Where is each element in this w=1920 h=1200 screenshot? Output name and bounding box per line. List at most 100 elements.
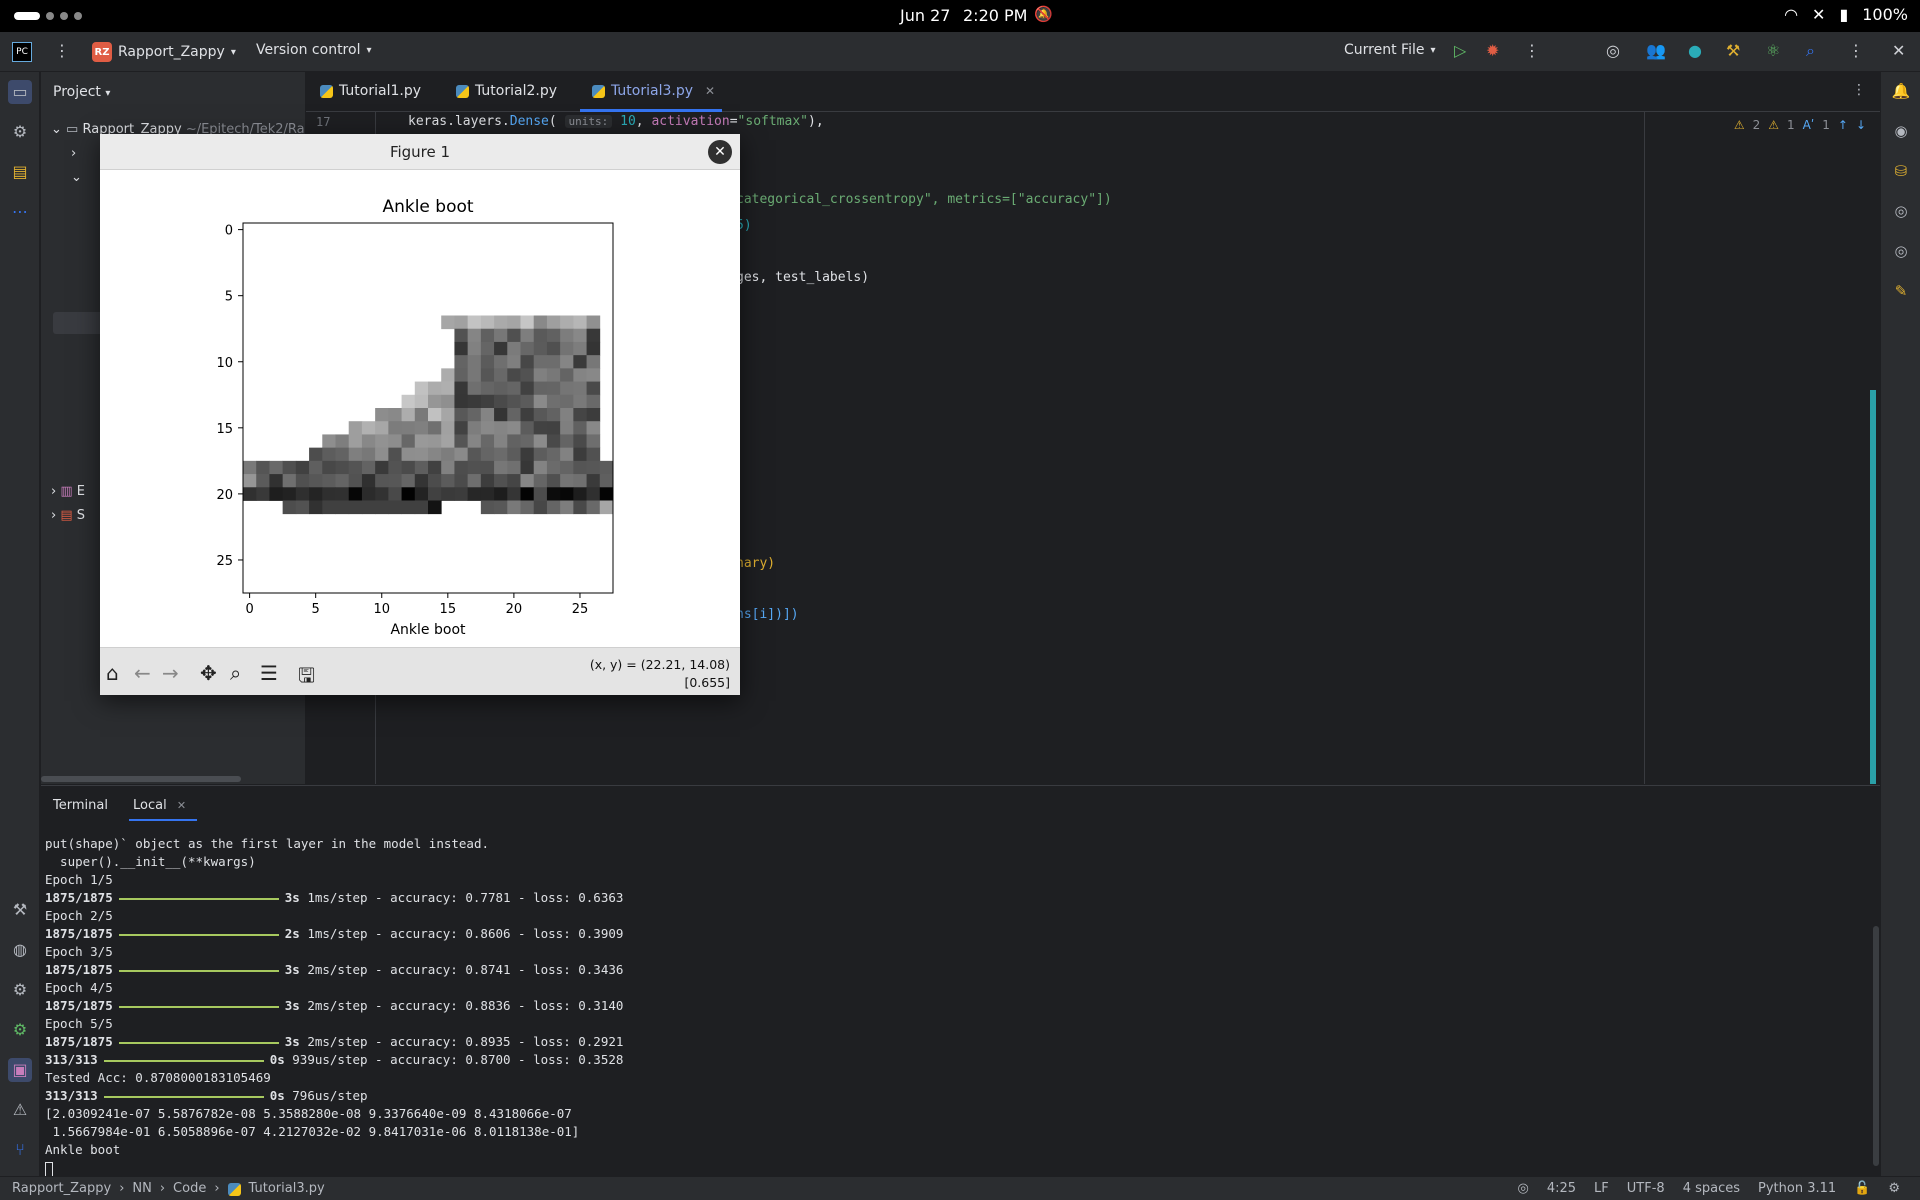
project-selector[interactable]: RZ Rapport_Zappy ▾ xyxy=(92,42,236,62)
workspace-indicator[interactable] xyxy=(60,12,68,20)
line-separator[interactable]: LF xyxy=(1594,1181,1609,1196)
code-line-partial[interactable]: categorical_crossentropy", metrics=["acc… xyxy=(736,192,1112,207)
x-tick-label: 5 xyxy=(312,602,320,617)
progress-time: 3s xyxy=(284,890,300,905)
code-line-partial[interactable]: nary) xyxy=(736,556,775,571)
ai-assistant-icon[interactable]: ◎ xyxy=(1606,41,1620,60)
run-config-selector[interactable]: Current File ▾ xyxy=(1344,42,1436,58)
todo-icon[interactable]: ✎ xyxy=(1891,282,1911,302)
notifications-muted-icon[interactable]: 🔕 xyxy=(1034,5,1053,23)
project-tool-icon[interactable]: ▭ xyxy=(8,80,32,104)
plugins-tool-icon[interactable]: ⚙ xyxy=(8,120,32,144)
problems-tool-icon[interactable]: ⚠ xyxy=(8,1098,32,1122)
pixel-cell xyxy=(295,460,310,475)
code-line-partial[interactable]: ns[i])]) xyxy=(736,607,799,622)
y-tick-label: 10 xyxy=(216,356,233,371)
pixel-cell xyxy=(348,487,363,501)
build-tool-icon[interactable]: ⚒ xyxy=(8,898,32,922)
plugin-status-icon[interactable]: ● xyxy=(1688,41,1702,60)
tree-item[interactable]: › ▤ S xyxy=(51,508,85,523)
breadcrumb-item[interactable]: Rapport_Zappy xyxy=(12,1181,111,1196)
copilot-icon[interactable]: ◎ xyxy=(1891,202,1911,222)
indent-setting[interactable]: 4 spaces xyxy=(1683,1181,1740,1196)
run-icon[interactable]: ▷ xyxy=(1454,41,1466,60)
terminal-tool-icon[interactable]: ▣ xyxy=(8,1058,32,1082)
close-window-icon[interactable]: ✕ xyxy=(1892,41,1905,60)
lock-icon[interactable]: 🔓 xyxy=(1854,1181,1870,1196)
pan-icon[interactable]: ✥ xyxy=(200,661,217,685)
battery-icon[interactable]: ▮ xyxy=(1839,5,1848,24)
workspace-indicator[interactable] xyxy=(74,12,82,20)
zoom-icon[interactable]: ⌕ xyxy=(230,661,241,685)
subplots-config-icon[interactable]: ☰ xyxy=(260,661,278,685)
code-line-partial[interactable]: ges, test_labels) xyxy=(736,270,869,285)
structure-tool-icon[interactable]: ▤ xyxy=(8,160,32,184)
close-tab-icon[interactable]: ✕ xyxy=(705,84,715,98)
volume-muted-icon[interactable]: ✕ xyxy=(1812,5,1825,24)
memory-indicator-icon[interactable]: ⚙ xyxy=(1888,1181,1900,1196)
debug-icon[interactable]: ✹ xyxy=(1486,41,1499,60)
pixel-cell xyxy=(546,447,561,462)
tab-tutorial1[interactable]: Tutorial1.py xyxy=(320,83,421,99)
code-with-me-icon[interactable]: 👥 xyxy=(1646,41,1666,60)
inspection-widget[interactable]: ⚠ 2 ⚠ 1 Aʹ 1 ↑ ↓ xyxy=(1734,118,1866,132)
file-encoding[interactable]: UTF-8 xyxy=(1627,1181,1665,1196)
services-tool-icon[interactable]: ⚙ xyxy=(8,978,32,1002)
pixel-cell xyxy=(546,474,561,488)
forward-arrow-icon[interactable]: → xyxy=(162,661,179,685)
settings-gear-icon[interactable]: ⚙ xyxy=(8,1018,32,1042)
system-time: 2:20 PM xyxy=(963,6,1028,25)
workspace-indicator[interactable] xyxy=(46,12,54,20)
terminal-scrollbar[interactable] xyxy=(1873,926,1879,1166)
pixel-cell xyxy=(546,328,561,343)
caret-position[interactable]: 4:25 xyxy=(1547,1181,1576,1196)
git-tool-icon[interactable]: ⑂ xyxy=(8,1138,32,1162)
python-packages-icon[interactable]: ◍ xyxy=(8,938,32,962)
database-icon[interactable]: ⛁ xyxy=(1891,162,1911,182)
more-actions-icon[interactable]: ⋮ xyxy=(1524,41,1540,60)
progress-steps: 1875/1875 xyxy=(45,1034,113,1049)
pixel-cell xyxy=(467,368,482,382)
figure-titlebar[interactable]: Figure 1 xyxy=(100,134,740,170)
close-tab-icon[interactable]: ✕ xyxy=(177,799,186,812)
ai-chat-icon[interactable]: ◉ xyxy=(1891,122,1911,142)
tree-item[interactable]: ⌄ xyxy=(71,170,82,185)
arrow-up-icon[interactable]: ↑ xyxy=(1838,118,1848,132)
pycharm-logo-icon: PC xyxy=(12,42,32,62)
progress-steps: 1875/1875 xyxy=(45,998,113,1013)
tools-icon[interactable]: ⚒ xyxy=(1726,41,1740,60)
react-plugin-icon[interactable]: ⚛ xyxy=(1766,41,1780,60)
tree-item[interactable]: › xyxy=(71,146,76,161)
image-plot[interactable]: Ankle boot 0 5 10 15 20 25 0 5 10 15 20 25 Ankle b… xyxy=(100,170,740,647)
tab-tutorial2[interactable]: Tutorial2.py xyxy=(456,83,557,99)
terminal-tab-local[interactable]: Local ✕ xyxy=(133,798,186,813)
search-icon[interactable]: ⌕ xyxy=(1806,41,1815,61)
version-control-menu[interactable]: Version control ▾ xyxy=(256,42,372,58)
figure-close-button[interactable]: ✕ xyxy=(708,140,732,164)
tree-item[interactable]: › ▥ E xyxy=(51,484,85,499)
breadcrumb-item[interactable]: NN xyxy=(132,1181,151,1196)
python-interpreter[interactable]: Python 3.11 xyxy=(1758,1181,1836,1196)
vertical-scrollbar[interactable] xyxy=(1870,390,1876,784)
tab-options-icon[interactable]: ⋮ xyxy=(1852,82,1866,98)
notifications-icon[interactable]: 🔔 xyxy=(1891,82,1911,102)
ai-status-icon[interactable]: ◎ xyxy=(1518,1181,1529,1196)
save-figure-icon[interactable]: 🖫 xyxy=(298,661,315,695)
workspace-indicator-active[interactable] xyxy=(14,12,40,20)
project-panel-header[interactable]: Project ▾ xyxy=(53,84,110,100)
back-arrow-icon[interactable]: ← xyxy=(134,661,151,685)
main-menu-icon[interactable]: ⋮ xyxy=(54,41,70,60)
more-tools-icon[interactable]: ⋯ xyxy=(8,200,32,224)
wifi-icon[interactable]: ◠ xyxy=(1784,5,1798,24)
pixel-cell xyxy=(361,447,376,462)
home-icon[interactable]: ⌂ xyxy=(106,661,119,685)
terminal-line: super().__init__(**kwargs) xyxy=(45,854,256,869)
tab-tutorial3[interactable]: Tutorial3.py ✕ xyxy=(592,83,715,99)
horizontal-scrollbar[interactable] xyxy=(41,776,241,782)
code-line-17[interactable]: keras.layers.Dense( units: 10, activatio… xyxy=(408,114,824,129)
assistant-icon[interactable]: ◎ xyxy=(1891,242,1911,262)
settings-menu-icon[interactable]: ⋮ xyxy=(1848,41,1864,60)
arrow-down-icon[interactable]: ↓ xyxy=(1856,118,1866,132)
breadcrumb-item[interactable]: Tutorial3.py xyxy=(249,1181,325,1196)
breadcrumb-item[interactable]: Code xyxy=(173,1181,206,1196)
